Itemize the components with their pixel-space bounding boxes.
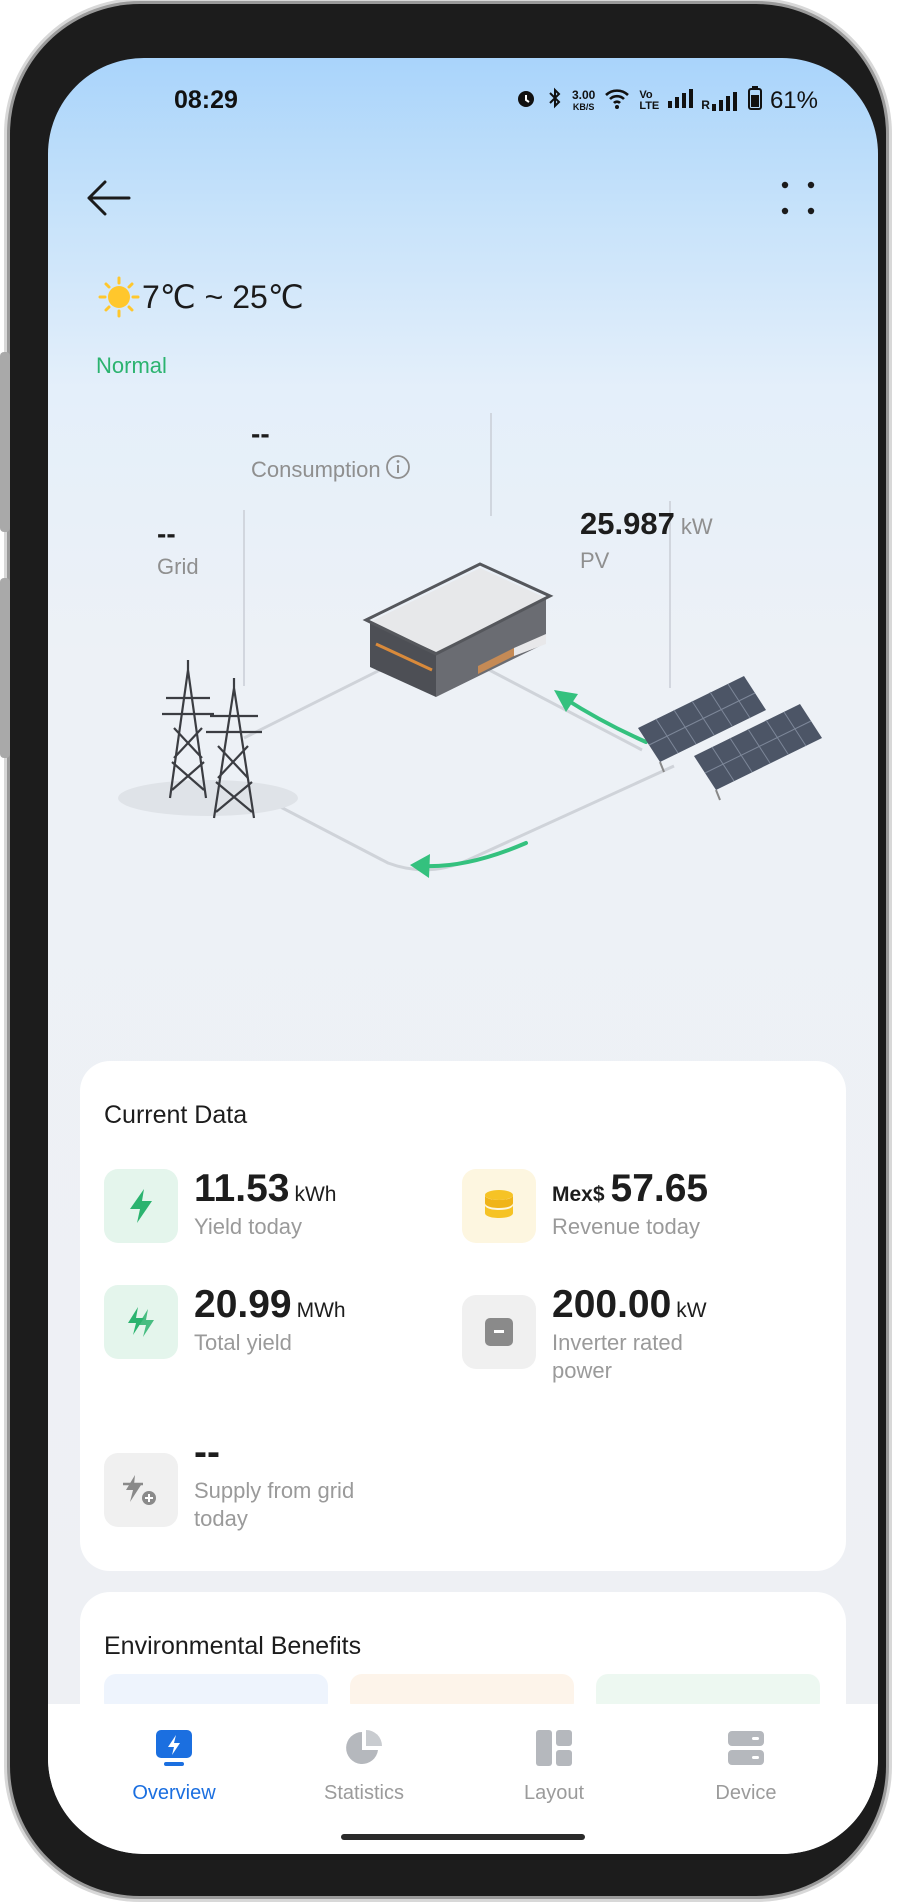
revenue-today-metric[interactable]: Mex$ 57.65 Revenue today <box>462 1169 752 1243</box>
side-button <box>0 578 10 758</box>
revenue-today-label: Revenue today <box>552 1214 700 1239</box>
status-icons: 3.00 KB/S Vo LTE R 61% <box>514 86 818 116</box>
wifi-icon <box>603 86 631 116</box>
home-indicator[interactable] <box>341 1834 585 1840</box>
consumption-value: -- <box>251 418 270 449</box>
supply-from-grid-label: Supply from grid today <box>194 1478 355 1531</box>
yield-today-label: Yield today <box>194 1214 303 1239</box>
grid-readout: -- Grid <box>157 518 199 580</box>
pv-unit: kW <box>680 514 713 539</box>
signal-icon <box>667 87 694 115</box>
bottom-tab-bar: Overview Statistics Layout Device <box>48 1704 878 1854</box>
inverter-power-value: 200.00 <box>552 1283 672 1326</box>
current-data-card: Current Data 11.53 kWh Yield today Mex$ 57… <box>80 1061 846 1571</box>
inverter-power-label: Inverter rated power <box>552 1330 683 1383</box>
supply-from-grid-value: -- <box>194 1431 220 1474</box>
currency-prefix: Mex$ <box>552 1183 605 1206</box>
yield-today-metric[interactable]: 11.53 kWh Yield today <box>104 1169 394 1243</box>
layout-icon <box>474 1724 634 1772</box>
net-speed: 3.00 KB/S <box>571 88 596 112</box>
battery-percent: 61% <box>769 87 818 114</box>
grid-label: Grid <box>157 554 199 579</box>
solar-panels <box>638 676 822 801</box>
supply-from-grid-metric[interactable]: -- Supply from grid today <box>104 1433 384 1533</box>
tab-device-label: Device <box>715 1782 777 1804</box>
battery-icon <box>747 86 762 116</box>
status-time: 08:29 <box>174 86 238 114</box>
double-bolt-icon <box>104 1285 178 1359</box>
energy-flow-diagram: -- Consumption -- Grid 25.987 kW PV <box>48 398 878 958</box>
environmental-benefits-title: Environmental Benefits <box>104 1632 362 1660</box>
total-yield-value: 20.99 <box>194 1283 292 1326</box>
inverter-power-unit: kW <box>676 1299 707 1322</box>
volte-badge: Vo LTE <box>639 89 660 112</box>
overview-icon <box>94 1724 254 1772</box>
tab-statistics-label: Statistics <box>323 1782 405 1804</box>
yield-today-value: 11.53 <box>194 1167 290 1210</box>
temperature-range: 7℃ ~ 25℃ <box>142 279 304 315</box>
inverter-rated-power-metric[interactable]: 200.00 kW Inverter rated power <box>462 1285 732 1385</box>
pie-chart-icon <box>284 1724 444 1772</box>
plant-status: Normal <box>96 353 167 378</box>
pv-readout: 25.987 kW PV <box>580 506 713 574</box>
tab-layout-label: Layout <box>523 1782 585 1804</box>
info-icon[interactable] <box>385 454 411 485</box>
tab-overview-label: Overview <box>132 1782 216 1804</box>
coins-icon <box>462 1169 536 1243</box>
app-screen: 08:29 3.00 KB/S Vo LTE R 61% 7℃ ~ 25℃ No… <box>48 58 878 1854</box>
bolt-icon <box>104 1169 178 1243</box>
inverter-icon <box>462 1295 536 1369</box>
pv-label: PV <box>580 548 610 573</box>
revenue-today-value: 57.65 <box>610 1167 709 1210</box>
tab-overview[interactable]: Overview <box>94 1724 254 1805</box>
pv-value: 25.987 <box>580 506 675 541</box>
consumption-readout: -- Consumption <box>251 418 411 485</box>
sun-icon <box>98 276 140 318</box>
bluetooth-icon <box>546 86 564 116</box>
total-yield-label: Total yield <box>194 1330 292 1355</box>
tab-statistics[interactable]: Statistics <box>284 1724 444 1805</box>
device-icon <box>666 1724 826 1772</box>
total-yield-unit: MWh <box>296 1299 346 1322</box>
phone-frame: 08:29 3.00 KB/S Vo LTE R 61% 7℃ ~ 25℃ No… <box>10 4 886 1896</box>
grid-supply-icon <box>104 1453 178 1527</box>
side-button <box>0 352 10 532</box>
dots-grid-icon <box>781 181 815 215</box>
more-menu-button[interactable] <box>768 168 828 228</box>
arrow-left-icon <box>87 180 131 216</box>
tab-layout[interactable]: Layout <box>474 1724 634 1805</box>
alarm-icon <box>514 86 538 116</box>
yield-today-unit: kWh <box>294 1183 337 1206</box>
back-button[interactable] <box>78 168 138 228</box>
total-yield-metric[interactable]: 20.99 MWh Total yield <box>104 1285 394 1359</box>
roaming-signal: R <box>701 90 740 112</box>
weather-summary: 7℃ ~ 25℃ <box>98 276 304 318</box>
factory-building <box>362 562 554 697</box>
status-bar: 08:29 3.00 KB/S Vo LTE R 61% <box>48 86 878 130</box>
current-data-title: Current Data <box>104 1101 248 1129</box>
tab-device[interactable]: Device <box>666 1724 826 1805</box>
grid-value: -- <box>157 518 176 549</box>
consumption-label: Consumption <box>251 456 381 482</box>
